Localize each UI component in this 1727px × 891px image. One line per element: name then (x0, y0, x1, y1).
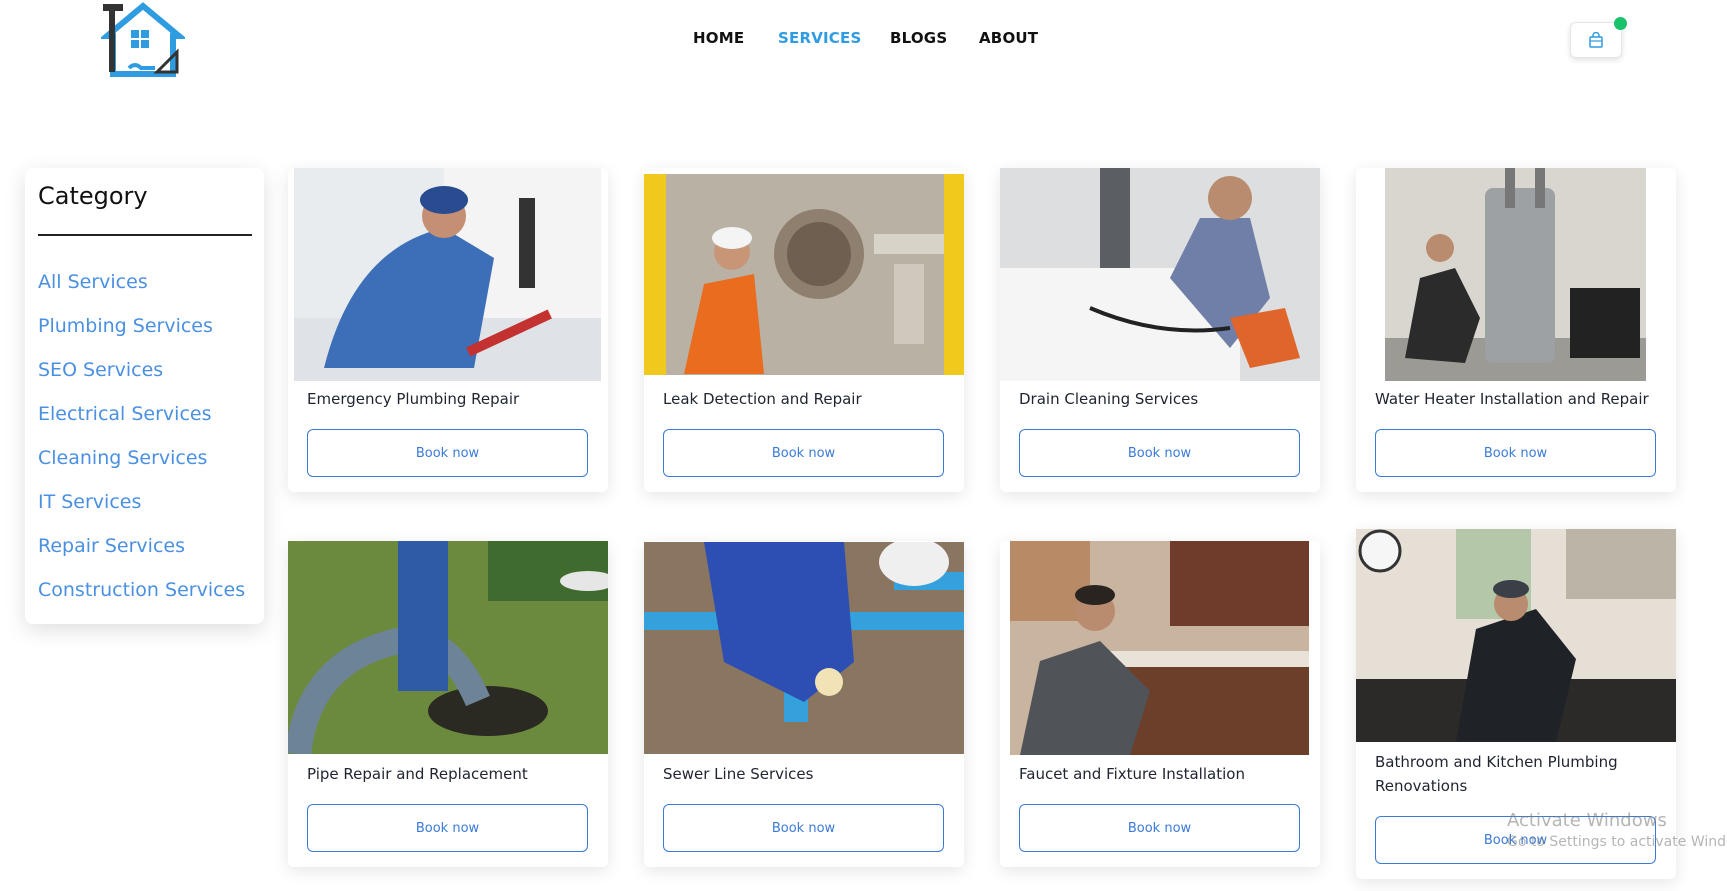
nav-services[interactable]: SERVICES (778, 29, 861, 47)
category-repair-services[interactable]: Repair Services (38, 534, 245, 578)
service-image-industrial-valves (644, 174, 964, 375)
nav-home[interactable]: HOME (693, 29, 744, 47)
service-card-pipe-repair: Pipe Repair and Replacement Book now (288, 541, 608, 867)
bathtub-drain-image (1000, 168, 1320, 381)
service-card-water-heater: Water Heater Installation and Repair Boo… (1356, 168, 1676, 492)
service-title: Bathroom and Kitchen Plumbing Renovation… (1375, 753, 1618, 795)
service-title: Sewer Line Services (663, 765, 814, 783)
cart-badge (1614, 17, 1627, 30)
service-card-emergency-plumbing: Emergency Plumbing Repair Book now (288, 168, 608, 492)
book-now-button[interactable]: Book now (1375, 429, 1656, 477)
service-title: Pipe Repair and Replacement (307, 765, 528, 783)
sewer-pipes-image (644, 542, 964, 754)
book-now-button[interactable]: Book now (663, 804, 944, 852)
service-title: Water Heater Installation and Repair (1375, 390, 1649, 408)
book-now-button[interactable]: Book now (307, 804, 588, 852)
book-now-button[interactable]: Book now (307, 429, 588, 477)
shopping-bag-icon (1589, 32, 1603, 48)
book-now-button[interactable]: Book now (1019, 429, 1300, 477)
hose-septic-image (288, 541, 608, 754)
service-image-bathtub-drain (1000, 168, 1320, 381)
sidebar-title: Category (38, 182, 148, 210)
service-image-sewer-pipes (644, 542, 964, 754)
category-plumbing-services[interactable]: Plumbing Services (38, 314, 245, 358)
category-it-services[interactable]: IT Services (38, 490, 245, 534)
faucet-install-image (1010, 541, 1309, 755)
category-cleaning-services[interactable]: Cleaning Services (38, 446, 245, 490)
house-tools-logo-icon (98, 2, 188, 77)
service-card-drain-cleaning: Drain Cleaning Services Book now (1000, 168, 1320, 492)
book-now-button[interactable]: Book now (1019, 804, 1300, 852)
industrial-valves-image (644, 174, 964, 375)
service-image-water-heater (1385, 168, 1646, 381)
nav-blogs[interactable]: BLOGS (890, 29, 947, 47)
category-all-services[interactable]: All Services (38, 270, 245, 314)
sidebar-divider (38, 234, 252, 236)
plumber-under-sink-image (294, 168, 601, 381)
service-title: Emergency Plumbing Repair (307, 390, 520, 408)
category-list: All Services Plumbing Services SEO Servi… (38, 270, 245, 622)
service-image-kitchen-sink (1356, 529, 1676, 742)
service-title: Drain Cleaning Services (1019, 390, 1199, 408)
book-now-button[interactable]: Book now (663, 429, 944, 477)
service-image-plumber-under-sink (294, 168, 601, 381)
kitchen-sink-image (1356, 529, 1676, 742)
service-title: Leak Detection and Repair (663, 390, 862, 408)
category-construction-services[interactable]: Construction Services (38, 578, 245, 622)
service-card-sewer-line: Sewer Line Services Book now (644, 541, 964, 867)
service-image-faucet-install (1010, 541, 1309, 755)
water-heater-image (1385, 168, 1646, 381)
cart-button[interactable] (1570, 22, 1622, 58)
category-electrical-services[interactable]: Electrical Services (38, 402, 245, 446)
category-seo-services[interactable]: SEO Services (38, 358, 245, 402)
activate-windows-subtitle: Go to Settings to activate Windows. (1507, 834, 1727, 850)
service-card-faucet-fixture: Faucet and Fixture Installation Book now (1000, 541, 1320, 867)
site-logo[interactable] (98, 2, 188, 80)
service-title: Faucet and Fixture Installation (1019, 765, 1245, 783)
service-image-hose-septic (288, 541, 608, 754)
nav-about[interactable]: ABOUT (979, 29, 1038, 47)
category-sidebar: Category All Services Plumbing Services … (25, 168, 264, 624)
service-card-leak-detection: Leak Detection and Repair Book now (644, 168, 964, 492)
activate-windows-title: Activate Windows (1507, 810, 1667, 831)
